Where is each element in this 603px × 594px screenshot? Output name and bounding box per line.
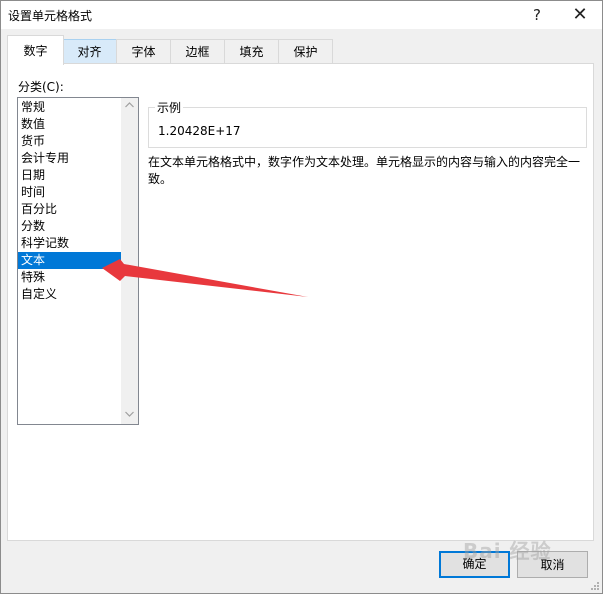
category-item-currency[interactable]: 货币 (18, 133, 121, 150)
close-button[interactable]: ✕ (560, 1, 600, 29)
dialog-title: 设置单元格格式 (8, 9, 93, 23)
category-item-scientific[interactable]: 科学记数 (18, 235, 121, 252)
chevron-down-icon-graphic (125, 411, 134, 417)
category-item-text[interactable]: 文本 (18, 252, 121, 269)
format-description: 在文本单元格格式中，数字作为文本处理。单元格显示的内容与输入的内容完全一致。 (148, 155, 581, 186)
format-cells-dialog: 设置单元格格式 ? ✕ 数字 对齐 字体 边框 填充 保护 分类(C): 常规 … (0, 0, 603, 594)
sample-group: 示例 1.20428E+17 (148, 99, 587, 148)
category-item-special[interactable]: 特殊 (18, 269, 121, 286)
category-item-fraction[interactable]: 分数 (18, 218, 121, 235)
sample-legend: 示例 (155, 99, 184, 116)
category-item-percentage[interactable]: 百分比 (18, 201, 121, 218)
chevron-up-icon[interactable] (121, 98, 138, 115)
sample-value: 1.20428E+17 (158, 124, 241, 138)
tab-font[interactable]: 字体 (116, 39, 171, 64)
category-item-date[interactable]: 日期 (18, 167, 121, 184)
category-label: 分类(C): (18, 80, 64, 94)
category-item-accounting[interactable]: 会计专用 (18, 150, 121, 167)
tab-alignment[interactable]: 对齐 (62, 39, 117, 64)
category-listbox[interactable]: 常规 数值 货币 会计专用 日期 时间 百分比 分数 科学记数 文本 特殊 自定… (17, 97, 139, 425)
chevron-down-icon[interactable] (121, 407, 138, 424)
category-list: 常规 数值 货币 会计专用 日期 时间 百分比 分数 科学记数 文本 特殊 自定… (18, 99, 121, 303)
cancel-button[interactable]: 取消 (517, 551, 588, 578)
help-button[interactable]: ? (517, 1, 557, 29)
chevron-up-icon-graphic (125, 102, 134, 108)
ok-button[interactable]: 确定 (439, 551, 510, 578)
category-item-custom[interactable]: 自定义 (18, 286, 121, 303)
tab-protection[interactable]: 保护 (278, 39, 333, 64)
title-bar: 设置单元格格式 ? ✕ (1, 1, 602, 29)
resize-grip-icon[interactable] (590, 581, 600, 591)
category-item-general[interactable]: 常规 (18, 99, 121, 116)
category-item-number[interactable]: 数值 (18, 116, 121, 133)
tab-border[interactable]: 边框 (170, 39, 225, 64)
category-item-time[interactable]: 时间 (18, 184, 121, 201)
tab-fill[interactable]: 填充 (224, 39, 279, 64)
tab-panel-number: 分类(C): 常规 数值 货币 会计专用 日期 时间 百分比 分数 科学记数 文… (7, 63, 594, 541)
tab-number[interactable]: 数字 (7, 35, 64, 65)
category-scrollbar[interactable] (121, 98, 138, 424)
